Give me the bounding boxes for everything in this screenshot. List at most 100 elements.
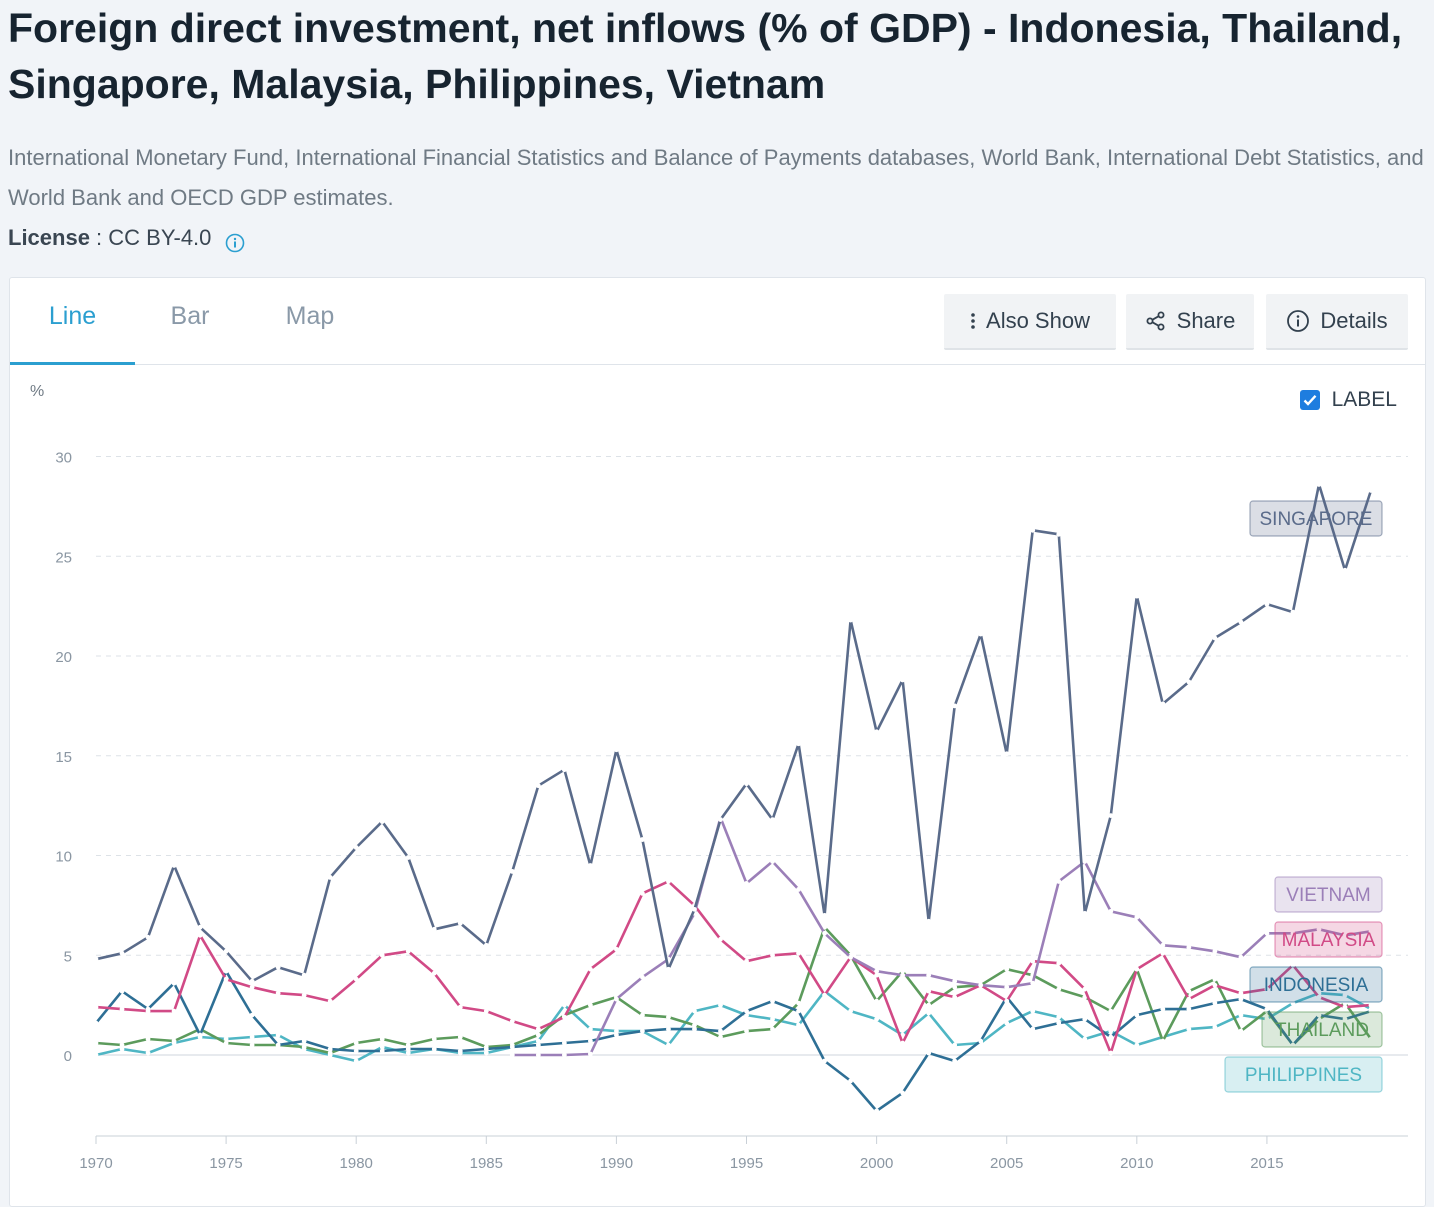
data-point [1160, 942, 1166, 948]
data-point [770, 1026, 775, 1032]
data-point [327, 875, 333, 880]
data-point [666, 1042, 671, 1048]
data-point [509, 1052, 515, 1058]
data-point [561, 767, 567, 773]
series-label: SINGAPORE [1260, 509, 1373, 530]
data-point [874, 968, 880, 974]
data-point [119, 950, 125, 956]
data-point [900, 1090, 906, 1096]
data-point [1056, 1014, 1062, 1020]
data-point [770, 998, 775, 1004]
data-point [1212, 1000, 1218, 1006]
data-point [1160, 1038, 1166, 1044]
data-point [614, 747, 619, 753]
data-point [197, 932, 203, 938]
data-point [171, 1038, 177, 1044]
license-label: License [8, 225, 90, 250]
info-icon[interactable] [225, 228, 245, 253]
data-point [1004, 984, 1010, 990]
data-point [1264, 601, 1270, 607]
data-point [640, 891, 645, 896]
data-point [822, 912, 827, 918]
data-point [796, 741, 801, 747]
data-point [796, 1000, 801, 1006]
x-tick-label: 2010 [1120, 1155, 1153, 1172]
data-point [1342, 567, 1348, 573]
data-point [666, 966, 671, 972]
data-point [587, 966, 593, 972]
data-point [848, 617, 853, 623]
data-point [1186, 1006, 1192, 1012]
data-point [457, 1048, 463, 1054]
series-line-singapore [95, 483, 1373, 983]
data-point [666, 1026, 671, 1032]
data-point [848, 1008, 853, 1014]
data-point [1030, 1008, 1036, 1014]
data-point [1108, 1034, 1114, 1040]
data-point [197, 924, 203, 930]
data-point [926, 1050, 932, 1056]
data-point [926, 1010, 932, 1016]
source-text: International Monetary Fund, Internation… [8, 145, 1424, 210]
series-line-philippines [95, 989, 1372, 1063]
data-point [93, 1052, 99, 1058]
data-point [275, 1042, 281, 1048]
data-point [249, 984, 255, 990]
data-point [1108, 1008, 1114, 1014]
data-point [1316, 482, 1322, 487]
data-point [744, 958, 749, 964]
data-point [301, 992, 307, 998]
data-point [952, 703, 958, 709]
page-title: Foreign direct investment, net inflows (… [8, 5, 1403, 107]
data-point [744, 781, 749, 787]
series-label: PHILIPPINES [1245, 1065, 1362, 1086]
y-tick-label: 20 [55, 649, 72, 666]
data-point [1238, 996, 1244, 1002]
data-point [900, 972, 906, 978]
data-point [1108, 813, 1114, 818]
data-point [431, 1036, 437, 1042]
data-point [249, 1012, 255, 1018]
data-point [535, 1032, 541, 1038]
data-point [431, 1046, 437, 1052]
data-point [718, 1002, 723, 1008]
data-point [1238, 1028, 1244, 1034]
data-point [692, 1008, 697, 1014]
data-point [301, 1038, 307, 1044]
data-point [379, 819, 385, 824]
y-axis-label: % [30, 383, 44, 400]
y-tick-label: 5 [64, 948, 72, 965]
license-line: License : CC BY-4.0 [8, 220, 245, 256]
x-tick-label: 1985 [470, 1155, 503, 1172]
data-point [379, 952, 385, 958]
data-point [587, 863, 593, 868]
data-point [952, 978, 958, 984]
y-tick-label: 0 [64, 1048, 72, 1065]
data-point [509, 1044, 515, 1050]
data-point [1238, 990, 1244, 996]
data-point [535, 1026, 541, 1032]
data-point [900, 1040, 906, 1046]
data-point [327, 1046, 333, 1052]
data-point [561, 1040, 567, 1046]
data-point [744, 1008, 749, 1014]
data-point [770, 952, 775, 958]
data-point [327, 998, 333, 1004]
data-point [1264, 1006, 1270, 1012]
data-point [900, 677, 906, 683]
data-point [1082, 986, 1088, 992]
data-point [379, 1036, 385, 1042]
data-point [353, 845, 359, 850]
data-point [145, 1008, 151, 1014]
data-point [275, 990, 281, 996]
data-point [848, 954, 853, 960]
data-point [561, 1014, 567, 1020]
data-point [1108, 1028, 1114, 1034]
series-line-malaysia [95, 880, 1372, 1055]
data-point [483, 1046, 489, 1052]
data-point [1004, 751, 1010, 757]
data-point [587, 1002, 593, 1008]
data-point [431, 970, 437, 976]
data-point [952, 1058, 958, 1064]
data-point [640, 837, 645, 842]
